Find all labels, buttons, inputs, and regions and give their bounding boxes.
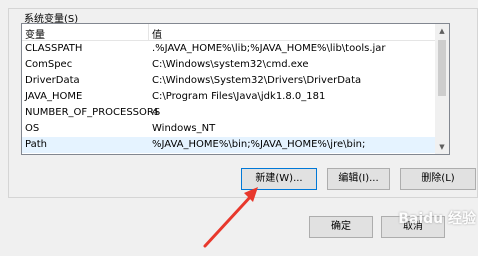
baidu-watermark: Baidu 经验	[398, 211, 476, 227]
